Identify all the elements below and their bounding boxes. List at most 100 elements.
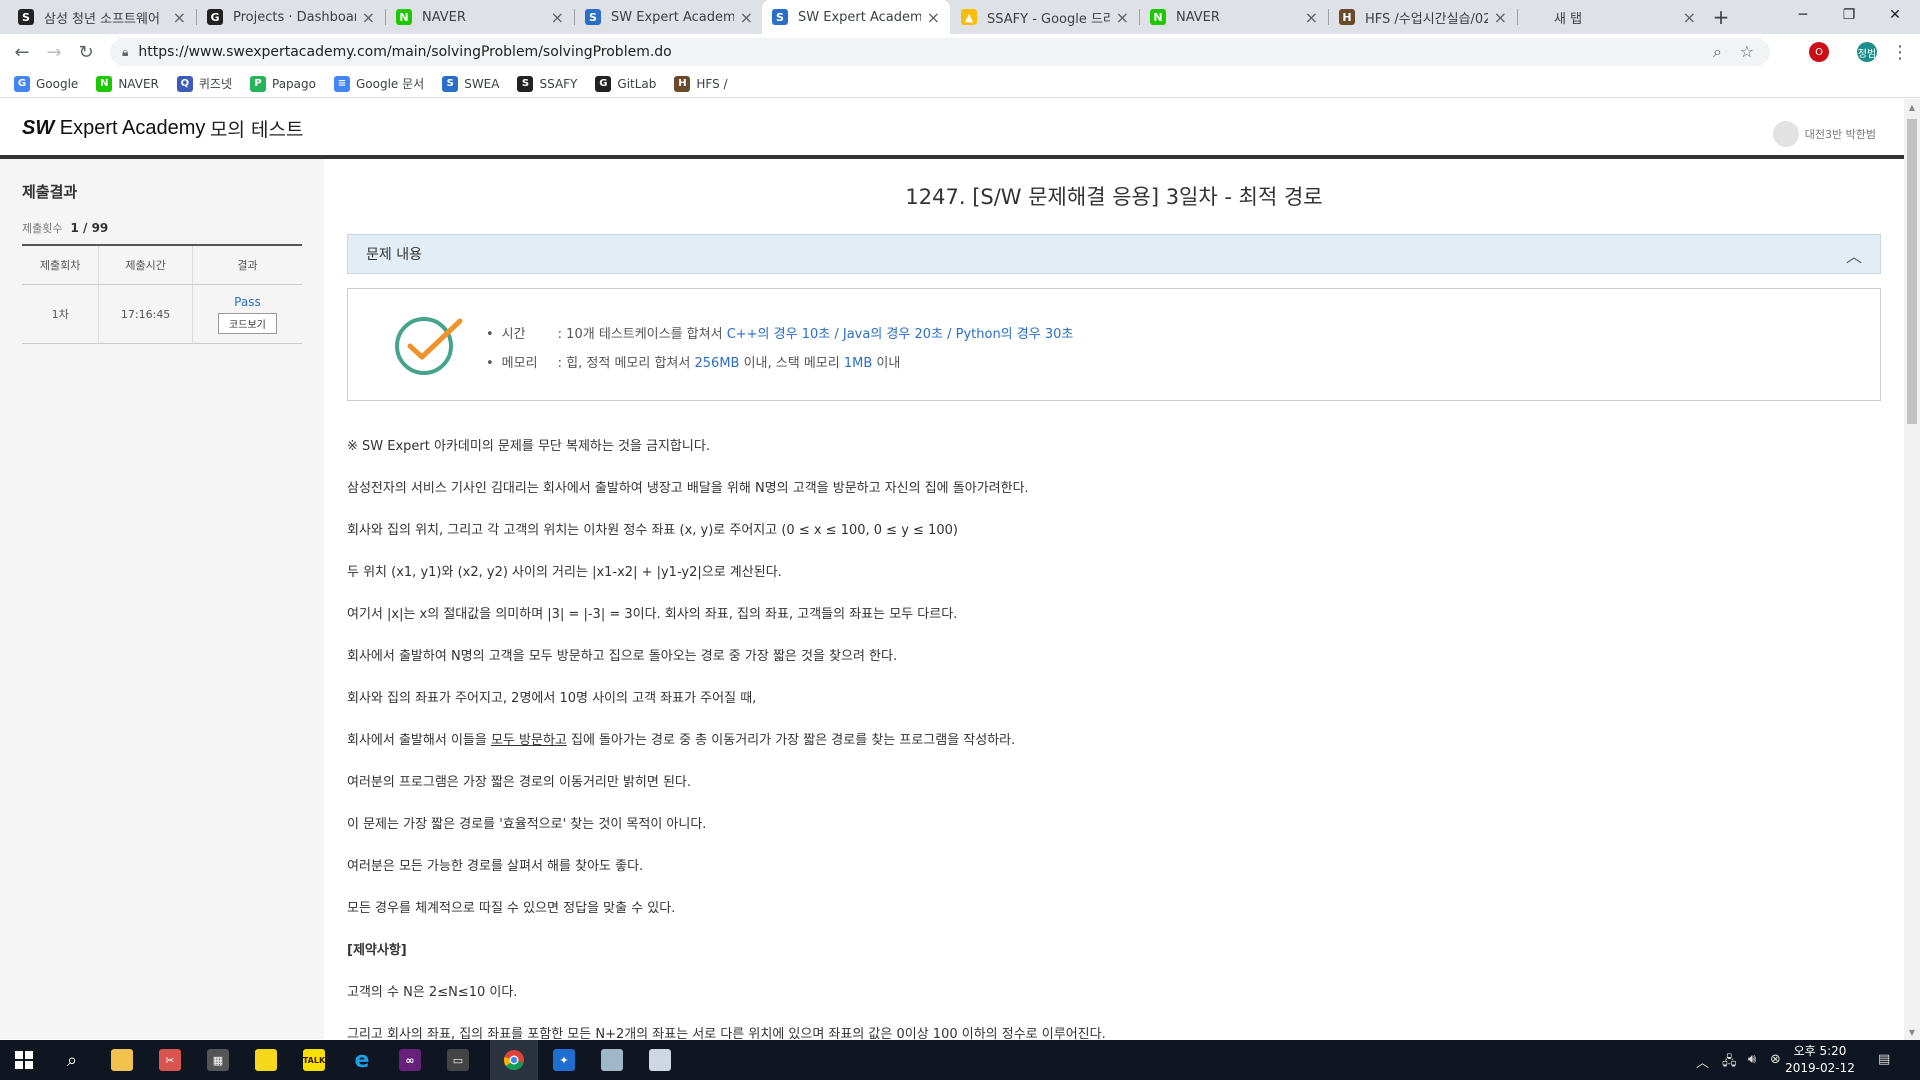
- site-header: SW Expert Academy 모의 테스트 대전3반 박한범: [0, 99, 1904, 159]
- browser-tab[interactable]: N NAVER ×: [1140, 0, 1328, 34]
- close-tab-icon[interactable]: ×: [362, 8, 375, 27]
- browser-tab[interactable]: S 삼성 청년 소프트웨어 ×: [8, 0, 196, 34]
- close-tab-icon[interactable]: ×: [1305, 8, 1318, 27]
- bookmark-google[interactable]: G Google: [14, 75, 78, 92]
- kakaotalk-icon[interactable]: TALK: [290, 1040, 338, 1080]
- close-tab-icon[interactable]: ×: [551, 8, 564, 27]
- bookmark-ssafy[interactable]: S SSAFY: [517, 75, 577, 92]
- windows-start-icon[interactable]: [0, 1040, 48, 1080]
- swea-icon: S: [585, 9, 601, 25]
- sticky-notes-icon[interactable]: [242, 1040, 290, 1080]
- calculator-icon[interactable]: ▦: [194, 1040, 242, 1080]
- naver-icon: N: [396, 9, 412, 25]
- close-tab-icon[interactable]: ×: [1116, 8, 1129, 27]
- volume-icon[interactable]: 🔊︎: [1748, 1052, 1756, 1067]
- scroll-up-arrow-icon[interactable]: ▲: [1904, 99, 1920, 115]
- memory-limit-row: • 메모리: 힙, 정적 메모리 합쳐서 256MB 이내, 스택 메모리 1MB…: [486, 356, 901, 371]
- url-text[interactable]: https://www.swexpertacademy.com/main/sol…: [138, 44, 671, 60]
- naver-icon: N: [96, 75, 113, 92]
- user-avatar-icon: [1772, 121, 1799, 147]
- app-pinned-icon[interactable]: [588, 1040, 636, 1080]
- back-arrow-icon[interactable]: ←: [8, 38, 36, 66]
- submission-title: 제출결과: [22, 183, 78, 201]
- browser-tab[interactable]: H HFS /수업시간실습/02 ×: [1329, 0, 1517, 34]
- user-info[interactable]: 대전3반 박한범: [1772, 121, 1876, 147]
- swea-icon: S: [442, 75, 459, 92]
- action-center-icon[interactable]: ▤: [1878, 1052, 1890, 1067]
- menu-dots-icon[interactable]: ⋮: [1886, 38, 1914, 66]
- reload-icon[interactable]: ↻: [72, 38, 100, 66]
- google-docs-icon: ≡: [333, 75, 350, 92]
- search-icon[interactable]: ⌕: [48, 1040, 96, 1080]
- scrollbar-thumb[interactable]: [1907, 119, 1917, 424]
- page-scrollbar[interactable]: ▲ ▼: [1904, 99, 1920, 1040]
- bookmark-papago[interactable]: P Papago: [250, 75, 316, 92]
- problem-content-header[interactable]: 문제 내용 ︿: [347, 234, 1881, 274]
- minimize-icon[interactable]: ─: [1780, 0, 1826, 30]
- limits-box: • 시간: 10개 테스트케이스를 합쳐서 C++의 경우 10초 / Java의…: [347, 288, 1881, 401]
- bookmarks-bar: G Google N NAVER Q 퀴즈넷 P Papago ≡ Google 문서 S…: [0, 70, 1920, 98]
- constraints-header: [제약사항]: [347, 943, 407, 958]
- new-tab-button[interactable]: +: [1708, 4, 1734, 30]
- naver-icon: N: [1150, 9, 1166, 25]
- quiznet-icon: Q: [176, 75, 193, 92]
- browser-tab[interactable]: G Projects · Dashboard ×: [197, 0, 385, 34]
- close-tab-icon[interactable]: ×: [1683, 8, 1696, 27]
- google-drive-icon: ▲: [961, 9, 977, 25]
- network-icon[interactable]: 🖧︎: [1722, 1052, 1737, 1074]
- user-name: 대전3반 박한범: [1804, 128, 1876, 141]
- ssafy-icon: S: [517, 75, 534, 92]
- app-pinned-icon[interactable]: ✦: [540, 1040, 588, 1080]
- problem-paragraph: 두 위치 (x1, y1)와 (x2, y2) 사이의 거리는 |x1-x2| …: [347, 565, 782, 580]
- zoom-icon[interactable]: ⌕: [1713, 42, 1722, 62]
- terminal-icon[interactable]: ▭: [434, 1040, 482, 1080]
- maximize-icon[interactable]: ❐: [1826, 0, 1872, 30]
- tray-chevron-icon[interactable]: ︿: [1696, 1052, 1709, 1071]
- browser-tab[interactable]: N NAVER ×: [386, 0, 574, 34]
- problem-title: 1247. [S/W 문제해결 응용] 3일차 - 최적 경로: [905, 185, 1323, 209]
- forward-arrow-icon[interactable]: →: [40, 38, 68, 66]
- chrome-icon[interactable]: [490, 1040, 538, 1080]
- submission-round: 1차: [22, 284, 99, 344]
- bookmark-hfs[interactable]: H HFS /: [674, 75, 728, 92]
- address-bar[interactable]: 🔒︎ https://www.swexpertacademy.com/main/…: [110, 38, 1770, 66]
- bookmark-swea[interactable]: S SWEA: [442, 75, 499, 92]
- bookmark-gitlab[interactable]: G GitLab: [595, 75, 656, 92]
- chevron-up-icon[interactable]: ︿: [1846, 243, 1862, 267]
- submission-panel: 제출결과 제출횟수 1 / 99 제출회차 제출시간 결과 1차 17:16:45…: [0, 159, 324, 1039]
- section-title[interactable]: 모의 테스트: [210, 115, 303, 142]
- bookmark-naver[interactable]: N NAVER: [96, 75, 159, 92]
- browser-tab-active[interactable]: S SW Expert Academy ×: [762, 0, 950, 34]
- snipping-tool-icon[interactable]: ✂: [146, 1040, 194, 1080]
- browser-tab[interactable]: ▲ SSAFY - Google 드라이 ×: [951, 0, 1139, 34]
- table-header-row: 제출회차 제출시간 결과: [22, 244, 302, 285]
- ssafy-icon: S: [18, 9, 34, 25]
- opera-extension-icon[interactable]: O: [1809, 42, 1829, 62]
- problem-paragraph: ※ SW Expert 아카데미의 문제를 무단 복제하는 것을 금지합니다.: [347, 439, 710, 454]
- close-tab-icon[interactable]: ×: [740, 8, 753, 27]
- internet-explorer-icon[interactable]: e: [338, 1040, 386, 1080]
- scroll-down-arrow-icon[interactable]: ▼: [1904, 1024, 1920, 1040]
- file-explorer-icon[interactable]: [98, 1040, 146, 1080]
- view-code-button[interactable]: 코드보기: [218, 312, 277, 334]
- gitlab-icon: G: [595, 75, 612, 92]
- swea-logo[interactable]: SW Expert Academy: [22, 117, 205, 140]
- browser-tab[interactable]: 새 탭 ×: [1518, 0, 1706, 34]
- close-tab-icon[interactable]: ×: [173, 8, 186, 27]
- bookmark-star-icon[interactable]: ☆: [1740, 42, 1754, 61]
- close-tab-icon[interactable]: ×: [927, 8, 940, 27]
- browser-tab-strip: S 삼성 청년 소프트웨어 × G Projects · Dashboard ×…: [0, 0, 1920, 34]
- browser-tab[interactable]: S SW Expert Academy ×: [575, 0, 763, 34]
- app-pinned-icon[interactable]: [636, 1040, 684, 1080]
- submission-count: 제출횟수 1 / 99: [22, 221, 109, 235]
- submission-time: 17:16:45: [98, 284, 193, 344]
- bookmark-quiznet[interactable]: Q 퀴즈넷: [176, 75, 232, 92]
- bookmark-google-docs[interactable]: ≡ Google 문서: [333, 75, 424, 92]
- taskbar-clock[interactable]: 오후 5:20 2019-02-12: [1782, 1043, 1858, 1077]
- hfs-icon: H: [1339, 9, 1355, 25]
- close-window-icon[interactable]: ✕: [1872, 0, 1918, 30]
- close-tab-icon[interactable]: ×: [1494, 8, 1507, 27]
- visual-studio-icon[interactable]: ∞: [386, 1040, 434, 1080]
- profile-avatar[interactable]: 정범: [1857, 42, 1877, 62]
- notification-muted-icon[interactable]: ⊗: [1770, 1052, 1781, 1067]
